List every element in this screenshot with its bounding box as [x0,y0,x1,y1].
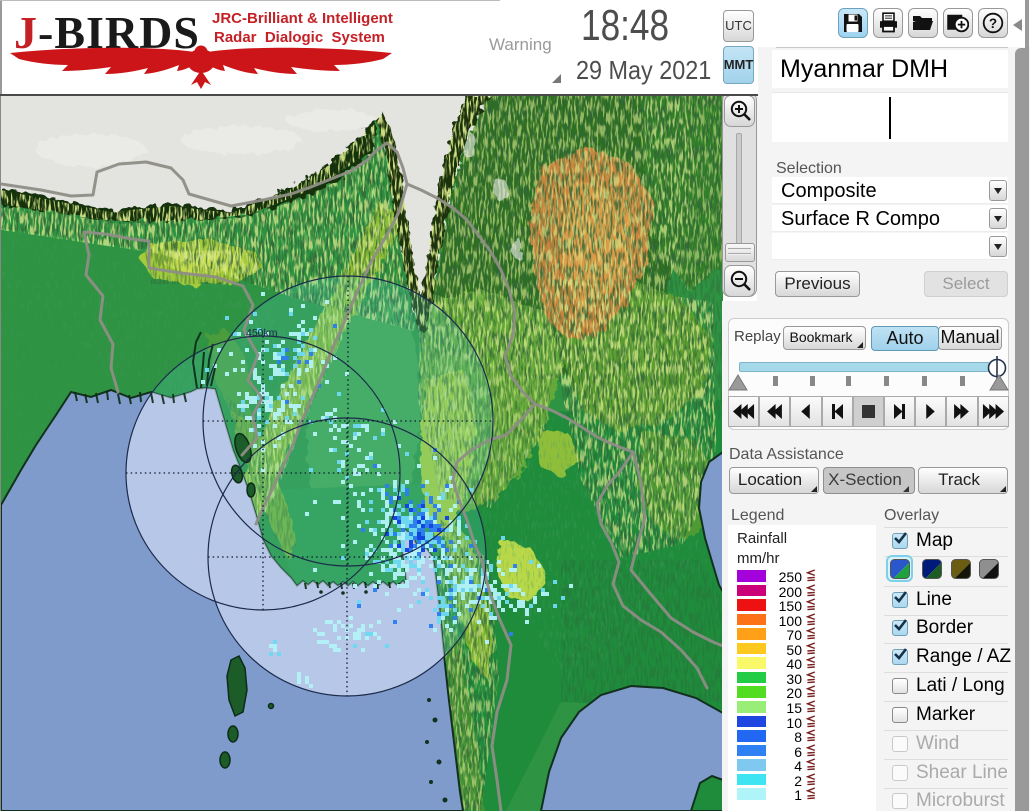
svg-text:450km: 450km [246,327,278,339]
svg-text:?: ? [989,16,997,31]
